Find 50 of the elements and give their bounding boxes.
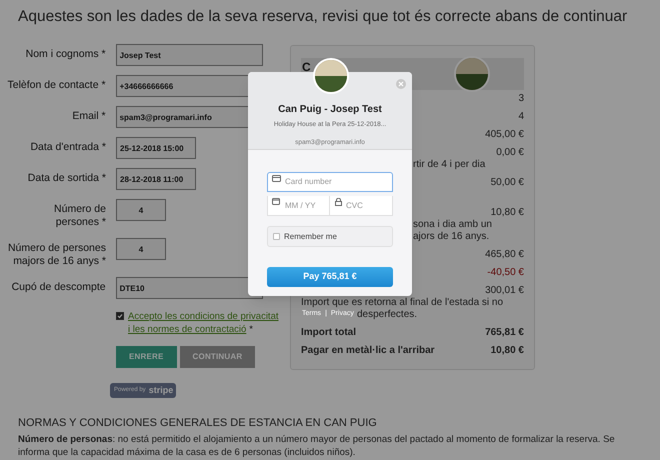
field-label: Cupó de descompte xyxy=(10,280,106,294)
terms-heading: NORMAS Y CONDICIONES GENERALES DE ESTANCIA EN CAN PUIG xyxy=(18,416,377,431)
summary-value: 4 xyxy=(518,111,524,123)
page-title: Aquestes son les dades de la seva reserva, revisi que tot és correcte abans de continuar xyxy=(18,7,628,27)
summary-note: Import que es retorna al final de l'estada si no xyxy=(301,297,504,309)
field-label: Telèfon de contacte * xyxy=(6,78,106,92)
terms-paragraph: Número de personas: no está permitido el alojamiento a un número mayor de personas del pactado al momento de formalizar la reserva. Se informa que la capacidad máxima de la casa es de 6 personas (incluidos niños). xyxy=(18,433,616,459)
remember-checkbox[interactable] xyxy=(273,233,280,240)
field-label: Data de sortida * xyxy=(26,171,106,185)
summary-value: 405,00 € xyxy=(485,129,524,141)
cvc-field[interactable]: CVC xyxy=(330,196,393,216)
expiry-field[interactable]: MM / YY xyxy=(267,196,330,216)
summary-heading: C xyxy=(302,61,311,73)
summary-value: 3 xyxy=(518,93,524,105)
pay-button[interactable]: Pay 765,81 € xyxy=(267,267,393,287)
summary-label: Pagar en metàl·lic a l'arribar xyxy=(301,345,435,357)
summary-value: 0,00 € xyxy=(496,147,524,159)
field-label: Email * xyxy=(71,109,106,123)
summary-value: 300,01 € xyxy=(485,285,524,297)
text-field[interactable]: DTE10 xyxy=(116,277,263,299)
field-label: Nom i cognoms * xyxy=(24,47,106,61)
avatar-photo xyxy=(313,58,349,94)
consent-link[interactable]: Accepto les condicions de privacitat xyxy=(128,310,278,323)
summary-note: rtir de 4 i per dia xyxy=(413,159,486,171)
close-icon[interactable] xyxy=(396,79,406,89)
summary-note: desperfectes. xyxy=(357,309,418,321)
summary-value: 465,80 € xyxy=(485,249,524,261)
field-label: Número de persones majors de 16 anys * xyxy=(6,241,106,268)
text-field[interactable]: 4 xyxy=(116,199,166,221)
summary-value: -40,50 € xyxy=(487,267,524,279)
consent-link[interactable]: i les normes de contractació xyxy=(128,323,246,336)
avatar-photo xyxy=(454,56,490,92)
consent-checkbox[interactable] xyxy=(116,312,124,320)
field-label: Número de persones * xyxy=(53,202,106,229)
summary-label: Import total xyxy=(301,327,356,339)
field-label: Data d'entrada * xyxy=(29,140,106,154)
summary-note: sona i dia amb un xyxy=(413,219,492,231)
text-field[interactable]: 28-12-2018 11:00 xyxy=(116,168,196,190)
summary-note: ajors de 16 anys. xyxy=(413,231,490,243)
summary-value: 10,80 € xyxy=(490,207,524,219)
remember-me-option[interactable]: Remember me xyxy=(267,226,393,247)
text-field[interactable]: Josep Test xyxy=(116,44,263,66)
summary-value: 50,00 € xyxy=(490,177,524,189)
dialog-title: Can Puig - Josep Test xyxy=(278,103,382,117)
text-field[interactable]: 25-12-2018 15:00 xyxy=(116,137,196,159)
card-number-field[interactable]: Card number xyxy=(267,172,393,192)
required-mark: * xyxy=(249,323,253,336)
summary-value: 765,81 € xyxy=(485,327,524,339)
summary-value: 10,80 € xyxy=(490,345,524,357)
text-field[interactable]: 4 xyxy=(116,238,166,260)
